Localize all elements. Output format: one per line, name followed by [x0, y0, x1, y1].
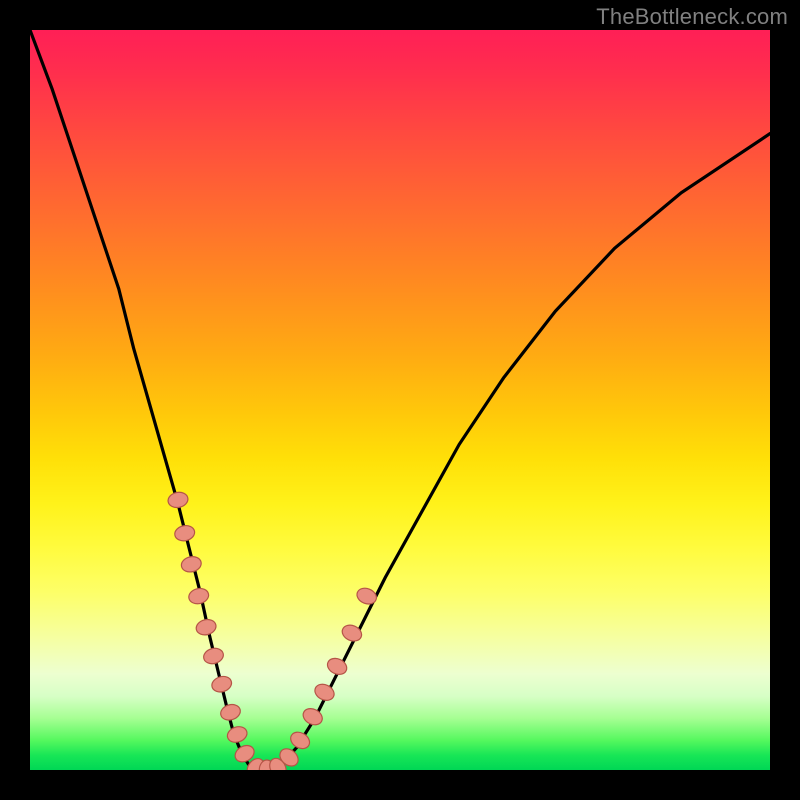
data-marker [187, 587, 210, 606]
data-marker [355, 585, 379, 606]
data-marker [180, 555, 203, 574]
data-marker [173, 524, 196, 543]
data-marker [225, 724, 249, 745]
data-marker [202, 646, 225, 666]
chart-frame: TheBottleneck.com [0, 0, 800, 800]
bottleneck-curve [30, 30, 770, 770]
plot-area [30, 30, 770, 770]
watermark-text: TheBottleneck.com [596, 4, 788, 30]
data-marker [210, 674, 233, 694]
chart-svg [30, 30, 770, 770]
data-marker [195, 618, 218, 637]
data-marker [219, 702, 243, 722]
data-marker [167, 491, 190, 510]
data-marker [288, 729, 313, 752]
data-markers [167, 491, 379, 770]
